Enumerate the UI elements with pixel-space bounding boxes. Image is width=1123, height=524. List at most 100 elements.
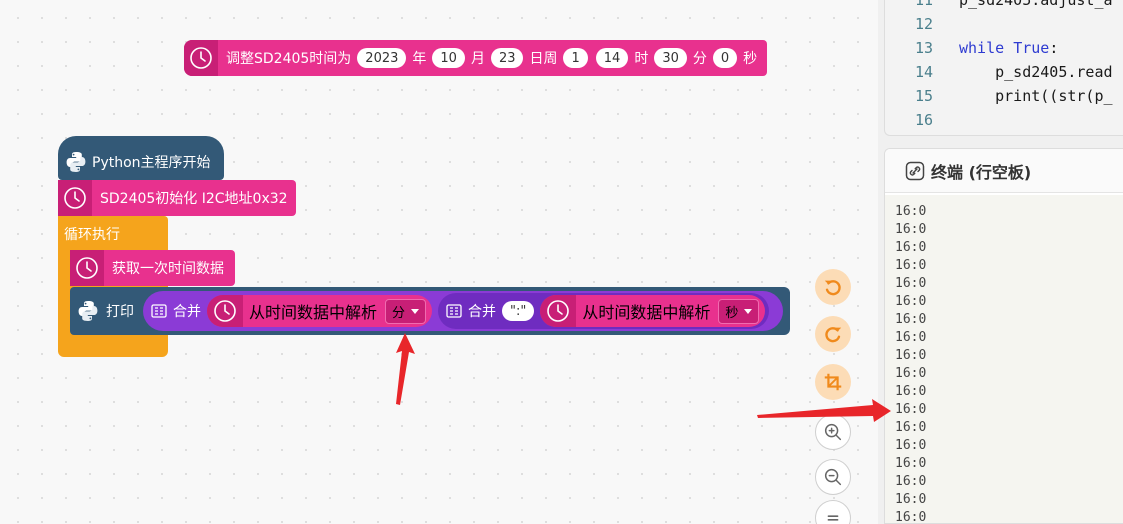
python-main-hat-block[interactable]: Python主程序开始 xyxy=(58,136,224,180)
zoom-in-icon xyxy=(824,423,842,441)
reset-zoom-icon xyxy=(827,515,839,521)
block-workspace[interactable]: 调整SD2405时间为 2023 年 10 月 23 日周 1 14 时 30 … xyxy=(0,0,878,524)
day-field[interactable]: 23 xyxy=(490,48,524,68)
set-time-label: 调整SD2405时间为 xyxy=(226,51,352,67)
terminal-line: 16:0 xyxy=(895,348,927,363)
hour-field[interactable]: 14 xyxy=(595,48,629,68)
parse-unit-dropdown[interactable]: 分 xyxy=(385,298,427,324)
hour-unit-label: 时 xyxy=(634,51,649,67)
parse-unit-value: 秒 xyxy=(725,305,739,321)
second-unit-label: 秒 xyxy=(743,51,758,67)
init-label: SD2405初始化 I2C地址0x32 xyxy=(100,191,288,207)
code-text: while True: xyxy=(959,39,1058,57)
year-field[interactable]: 2023 xyxy=(357,48,407,68)
merge-block-outer[interactable]: 合并 从时间数据中解析 分 合并 ":" 从时间数据中解析 秒 xyxy=(143,291,783,331)
keyword-true: True xyxy=(1013,39,1050,57)
terminal-line: 16:0 xyxy=(895,240,927,255)
day-unit-label: 日周 xyxy=(529,51,558,67)
redo-icon xyxy=(825,327,842,343)
merge-label: 合并 xyxy=(468,304,497,320)
set-time-block[interactable]: 调整SD2405时间为 2023 年 10 月 23 日周 1 14 时 30 … xyxy=(184,40,768,76)
get-time-data-block[interactable]: 获取一次时间数据 xyxy=(70,250,235,286)
merge-block-inner[interactable]: 合并 ":" 从时间数据中解析 秒 xyxy=(438,293,770,329)
terminal-header: 终端 (行空板) xyxy=(885,149,1123,193)
parse-unit-value: 分 xyxy=(392,305,406,321)
terminal-title: 终端 (行空板) xyxy=(931,162,1032,182)
loop-label: 循环执行 xyxy=(64,227,120,243)
parse-label: 从时间数据中解析 xyxy=(582,303,711,322)
zoom-in-button[interactable] xyxy=(815,414,851,450)
code-line: 14 p_sd2405.read xyxy=(885,60,1113,84)
terminal-line: 16:0 xyxy=(895,492,927,507)
reset-zoom-button[interactable] xyxy=(815,500,851,524)
print-label: 打印 xyxy=(106,304,134,320)
month-field[interactable]: 10 xyxy=(432,48,465,68)
minute-field[interactable]: 30 xyxy=(654,48,687,68)
clock-icon xyxy=(58,180,92,216)
weekday-field[interactable]: 1 xyxy=(563,48,588,68)
code-text: print((str(p_ xyxy=(959,87,1113,105)
terminal-line: 16:0 xyxy=(895,294,927,309)
chevron-down-icon xyxy=(744,308,753,314)
line-number: 15 xyxy=(914,87,933,105)
code-editor[interactable]: 11 p_sd2405.adjust_a 12 13 while True: 14 … xyxy=(884,0,1123,136)
terminal-panel[interactable]: 终端 (行空板) 16:0 16:0 16:0 16:0 16:0 16:0 16:0 16:… xyxy=(884,148,1123,524)
terminal-line: 16:0 xyxy=(895,204,927,219)
terminal-line: 16:0 xyxy=(895,330,927,345)
terminal-line: 16:0 xyxy=(895,456,927,471)
minute-unit-label: 分 xyxy=(692,51,707,67)
separator-string-field[interactable]: ":" xyxy=(502,301,535,321)
crop-button[interactable] xyxy=(815,364,851,400)
terminal-line: 16:0 xyxy=(895,312,927,327)
code-line: 11 p_sd2405.adjust_a xyxy=(885,0,1113,12)
terminal-line: 16:0 xyxy=(895,384,927,399)
line-number: 16 xyxy=(914,111,933,129)
terminal-line: 16:0 xyxy=(895,222,927,237)
text-join-icon xyxy=(446,303,462,319)
code-text: p_sd2405.read xyxy=(959,63,1113,81)
clock-icon xyxy=(70,250,104,286)
code-line: 13 while True: xyxy=(885,36,1058,60)
year-unit-label: 年 xyxy=(412,51,427,67)
month-unit-label: 月 xyxy=(470,51,485,67)
parse-second-block[interactable]: 从时间数据中解析 秒 xyxy=(540,295,766,327)
line-number: 14 xyxy=(914,63,933,81)
clock-icon xyxy=(184,40,218,76)
link-icon xyxy=(905,161,925,180)
terminal-output[interactable]: 16:0 16:0 16:0 16:0 16:0 16:0 16:0 16:0 16:0 16:0… xyxy=(885,195,1123,524)
python-logo-icon xyxy=(76,299,100,323)
clock-icon xyxy=(540,295,577,327)
terminal-line: 16:0 xyxy=(895,420,927,435)
parse-minute-block[interactable]: 从时间数据中解析 分 xyxy=(207,295,433,327)
code-colon: : xyxy=(1049,39,1059,57)
parse-unit-dropdown[interactable]: 秒 xyxy=(718,298,760,324)
line-number: 11 xyxy=(914,0,933,9)
code-text: p_sd2405.adjust_a xyxy=(959,0,1113,9)
line-number: 13 xyxy=(914,39,933,57)
code-line: 15 print((str(p_ xyxy=(885,84,1113,108)
main-hat-label: Python主程序开始 xyxy=(92,155,211,171)
terminal-line: 16:0 xyxy=(895,474,927,489)
code-line: 16 xyxy=(885,108,959,132)
terminal-line: 16:0 xyxy=(895,276,927,291)
terminal-line: 16:0 xyxy=(895,402,927,417)
undo-icon xyxy=(824,280,841,296)
zoom-out-icon xyxy=(824,468,842,486)
python-logo-icon xyxy=(64,150,88,174)
parse-label: 从时间数据中解析 xyxy=(249,303,378,322)
undo-button[interactable] xyxy=(815,269,851,305)
zoom-out-button[interactable] xyxy=(815,459,851,495)
text-join-icon xyxy=(151,303,167,319)
terminal-line: 16:0 xyxy=(895,438,927,453)
line-number: 12 xyxy=(914,15,933,33)
keyword-while: while xyxy=(959,39,1005,57)
second-field[interactable]: 0 xyxy=(712,48,738,68)
init-block[interactable]: SD2405初始化 I2C地址0x32 xyxy=(58,180,296,216)
terminal-line: 16:0 xyxy=(895,366,927,381)
chevron-down-icon xyxy=(411,308,420,314)
terminal-line: 16:0 xyxy=(895,510,927,524)
get-data-label: 获取一次时间数据 xyxy=(112,261,224,277)
terminal-line: 16:0 xyxy=(895,258,927,273)
redo-button[interactable] xyxy=(815,316,851,352)
